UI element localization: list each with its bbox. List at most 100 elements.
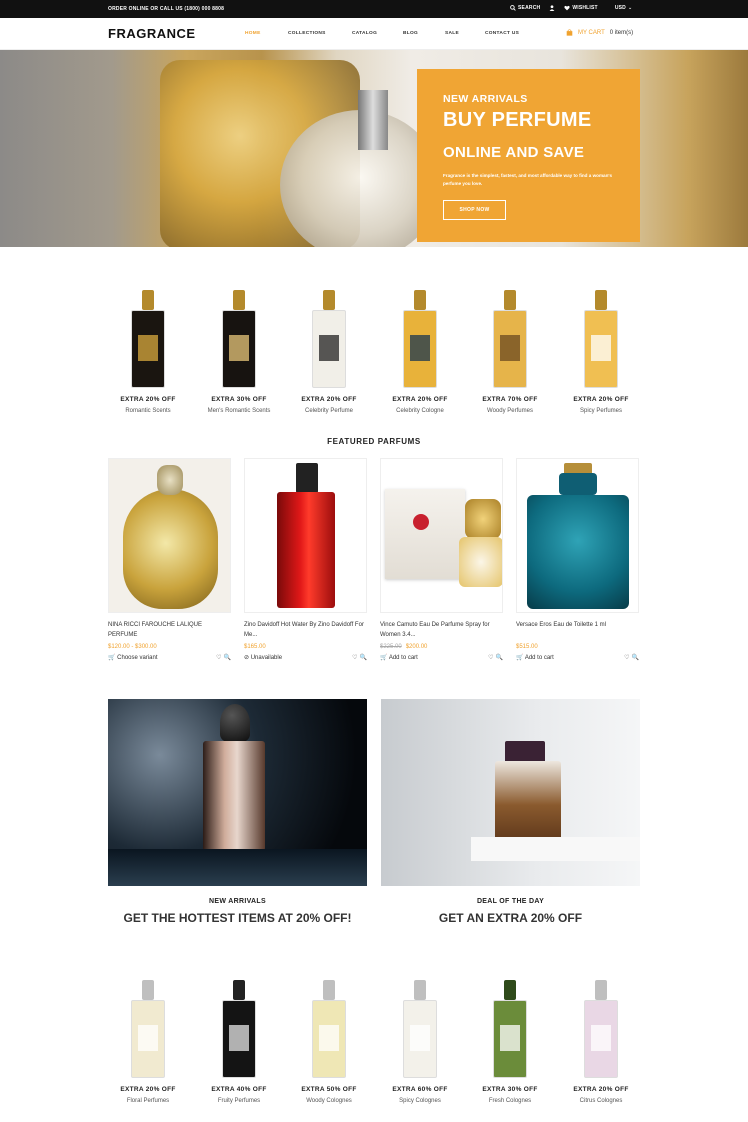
promo-offer: EXTRA 20% OFF <box>120 1086 176 1093</box>
promo-category-label[interactable]: Men's Romantic Scents <box>199 408 279 414</box>
product-card[interactable]: Versace Eros Eau de Toilette 1 ml $515.0… <box>516 458 639 661</box>
search-link[interactable]: SEARCH <box>510 5 540 11</box>
wishlist-heart-icon[interactable]: ♡ <box>216 654 221 661</box>
cart-icon: 🛒 <box>380 655 388 661</box>
hero-promo-box: NEW ARRIVALS BUY PERFUME ONLINE AND SAVE… <box>417 69 640 242</box>
perfume-bottle-image[interactable] <box>581 290 621 390</box>
deal-of-day-banner[interactable] <box>381 699 640 886</box>
banner-headline[interactable]: GET THE HOTTEST ITEMS AT 20% OFF! <box>108 911 367 925</box>
promo-category-label[interactable]: Celebrity Cologne <box>380 408 460 414</box>
bottle-cap <box>595 980 607 1000</box>
promo-category-label[interactable]: Spicy Perfumes <box>561 408 641 414</box>
promo-category-label[interactable]: Woody Perfumes <box>470 408 550 414</box>
promo-category-label[interactable]: Woody Colognes <box>289 1098 369 1104</box>
product-card[interactable]: Vince Camuto Eau De Parfume Spray for Wo… <box>380 458 503 661</box>
wishlist-link[interactable]: WISHLIST <box>564 5 598 11</box>
promo-offer: EXTRA 70% OFF <box>482 396 538 403</box>
nav-contact[interactable]: CONTACT US <box>485 31 519 36</box>
product-image[interactable] <box>244 458 367 613</box>
bottle-cap <box>414 980 426 1000</box>
perfume-bottle-image[interactable] <box>309 980 349 1080</box>
add-to-cart-button[interactable]: 🛒 Add to cart <box>516 654 554 661</box>
product-card[interactable]: NINA RICCI FAROUCHE LALIQUE PERFUME $120… <box>108 458 231 661</box>
perfume-bottle-image[interactable] <box>128 290 168 390</box>
category-promo[interactable]: EXTRA 20% OFF Celebrity Perfume <box>289 290 369 414</box>
logo[interactable]: FRAGRANCE <box>108 26 196 41</box>
product-title[interactable]: Zino Davidoff Hot Water By Zino Davidoff… <box>244 620 367 642</box>
currency-select[interactable]: USD ⌄ <box>615 5 633 11</box>
category-promo[interactable]: EXTRA 20% OFF Celebrity Cologne <box>380 290 460 414</box>
category-promo[interactable]: EXTRA 30% OFF Men's Romantic Scents <box>199 290 279 414</box>
search-icon <box>510 5 516 11</box>
add-to-cart-button[interactable]: 🛒 Add to cart <box>380 654 418 661</box>
bag-icon <box>566 29 573 36</box>
product-title[interactable]: NINA RICCI FAROUCHE LALIQUE PERFUME <box>108 620 231 642</box>
promo-category-label[interactable]: Fresh Colognes <box>470 1098 550 1104</box>
bottle-cap <box>414 290 426 310</box>
new-arrivals-banner[interactable] <box>108 699 367 886</box>
nav-sale[interactable]: SALE <box>445 31 459 36</box>
site-header: FRAGRANCE HOME COLLECTIONS CATALOG BLOG … <box>0 18 748 50</box>
bottle-body <box>584 310 618 388</box>
quick-view-icon[interactable]: 🔍 <box>632 654 639 661</box>
perfume-bottle-image[interactable] <box>490 980 530 1080</box>
wishlist-heart-icon[interactable]: ♡ <box>352 654 357 661</box>
wishlist-heart-icon[interactable]: ♡ <box>624 654 629 661</box>
promo-category-label[interactable]: Celebrity Perfume <box>289 408 369 414</box>
perfume-bottle-image[interactable] <box>490 290 530 390</box>
perfume-bottle-image[interactable] <box>400 980 440 1080</box>
perfume-bottle-image[interactable] <box>128 980 168 1080</box>
category-promo[interactable]: EXTRA 30% OFF Fresh Colognes <box>470 980 550 1104</box>
promo-category-label[interactable]: Romantic Scents <box>108 408 188 414</box>
category-promo[interactable]: EXTRA 20% OFF Spicy Perfumes <box>561 290 641 414</box>
category-promo[interactable]: EXTRA 20% OFF Floral Perfumes <box>108 980 188 1104</box>
product-title[interactable]: Vince Camuto Eau De Parfume Spray for Wo… <box>380 620 503 642</box>
product-price: $515.00 <box>516 644 639 650</box>
product-image[interactable] <box>380 458 503 613</box>
quick-view-icon[interactable]: 🔍 <box>224 654 231 661</box>
bottle-body <box>131 310 165 388</box>
product-price: $225.00 $200.00 <box>380 644 503 650</box>
choose-variant-button[interactable]: 🛒 Choose variant <box>108 654 158 661</box>
perfume-bottle-image[interactable] <box>309 290 349 390</box>
promo-category-label[interactable]: Fruity Perfumes <box>199 1098 279 1104</box>
promo-category-label[interactable]: Floral Perfumes <box>108 1098 188 1104</box>
product-image[interactable] <box>108 458 231 613</box>
nav-collections[interactable]: COLLECTIONS <box>288 31 326 36</box>
quick-view-icon[interactable]: 🔍 <box>360 654 367 661</box>
wishlist-label: WISHLIST <box>572 5 598 11</box>
category-promo[interactable]: EXTRA 40% OFF Fruity Perfumes <box>199 980 279 1104</box>
promo-category-label[interactable]: Citrus Colognes <box>561 1098 641 1104</box>
category-promo[interactable]: EXTRA 20% OFF Romantic Scents <box>108 290 188 414</box>
account-link[interactable] <box>549 5 555 11</box>
product-image[interactable] <box>516 458 639 613</box>
shop-now-button[interactable]: SHOP NOW <box>443 200 506 220</box>
quick-view-icon[interactable]: 🔍 <box>496 654 503 661</box>
promo-category-label[interactable]: Spicy Colognes <box>380 1098 460 1104</box>
perfume-bottle-image[interactable] <box>219 980 259 1080</box>
bottle-cap <box>595 290 607 310</box>
product-title[interactable]: Versace Eros Eau de Toilette 1 ml <box>516 620 639 642</box>
search-label: SEARCH <box>518 5 541 11</box>
perfume-bottle-image[interactable] <box>581 980 621 1080</box>
nav-catalog[interactable]: CATALOG <box>352 31 377 36</box>
nav-home[interactable]: HOME <box>245 31 261 36</box>
bottle-body <box>222 1000 256 1078</box>
category-promo[interactable]: EXTRA 50% OFF Woody Colognes <box>289 980 369 1104</box>
perfume-bottle-image[interactable] <box>400 290 440 390</box>
nav-blog[interactable]: BLOG <box>403 31 418 36</box>
bottle-cap <box>233 980 245 1000</box>
product-card[interactable]: Zino Davidoff Hot Water By Zino Davidoff… <box>244 458 367 661</box>
category-promo[interactable]: EXTRA 70% OFF Woody Perfumes <box>470 290 550 414</box>
product-price: $165.00 <box>244 644 367 650</box>
unavailable-icon: ⊘ <box>244 655 250 661</box>
category-promo[interactable]: EXTRA 60% OFF Spicy Colognes <box>380 980 460 1104</box>
hero-title: BUY PERFUME <box>443 109 592 131</box>
banner-headline[interactable]: GET AN EXTRA 20% OFF <box>381 911 640 925</box>
cart-link[interactable]: MY CART 0 item(s) <box>566 29 633 36</box>
product-price-value: $200.00 <box>405 644 428 650</box>
perfume-bottle-image[interactable] <box>219 290 259 390</box>
promo-offer: EXTRA 50% OFF <box>301 1086 357 1093</box>
wishlist-heart-icon[interactable]: ♡ <box>488 654 493 661</box>
category-promo[interactable]: EXTRA 20% OFF Citrus Colognes <box>561 980 641 1104</box>
